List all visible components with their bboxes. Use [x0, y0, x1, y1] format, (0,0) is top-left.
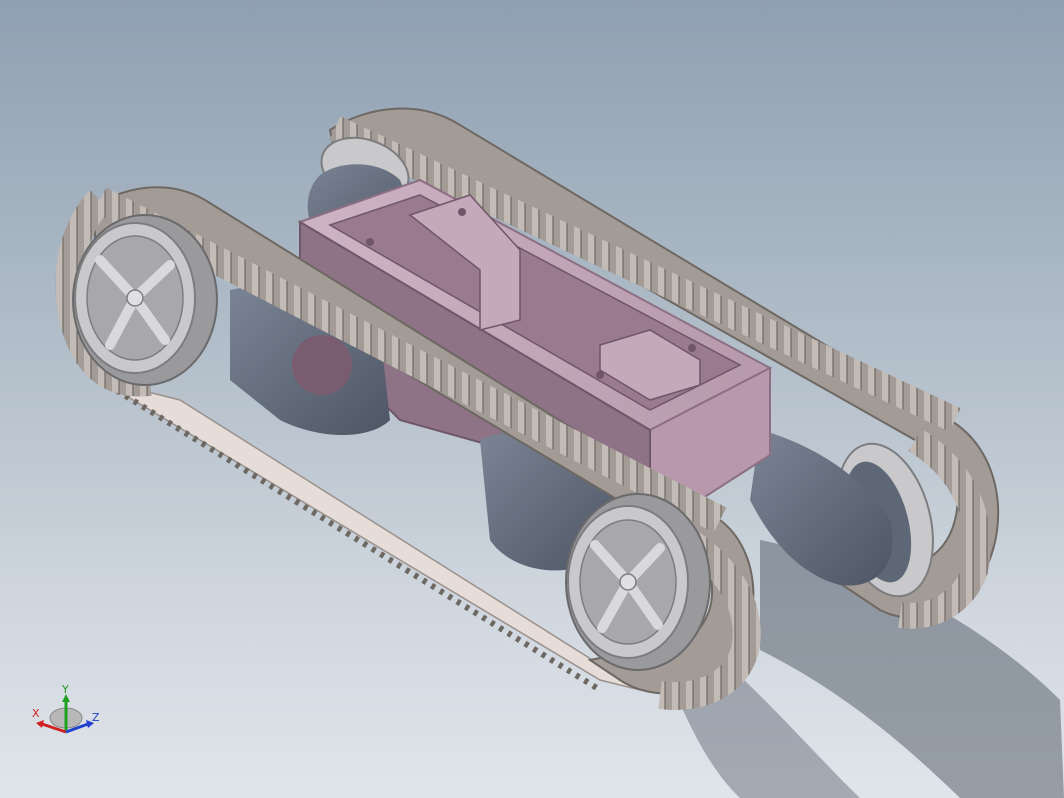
reference-triad: X Y Z	[28, 680, 108, 742]
triad-x-label: X	[32, 707, 40, 720]
front-drive-wheel	[72, 214, 218, 386]
track-chassis-model	[55, 107, 1064, 798]
graphics-viewport[interactable]: X Y Z	[0, 0, 1064, 798]
triad-y-label: Y	[62, 683, 69, 696]
rear-drive-wheel	[565, 493, 711, 671]
triad-z-label: Z	[92, 711, 100, 724]
